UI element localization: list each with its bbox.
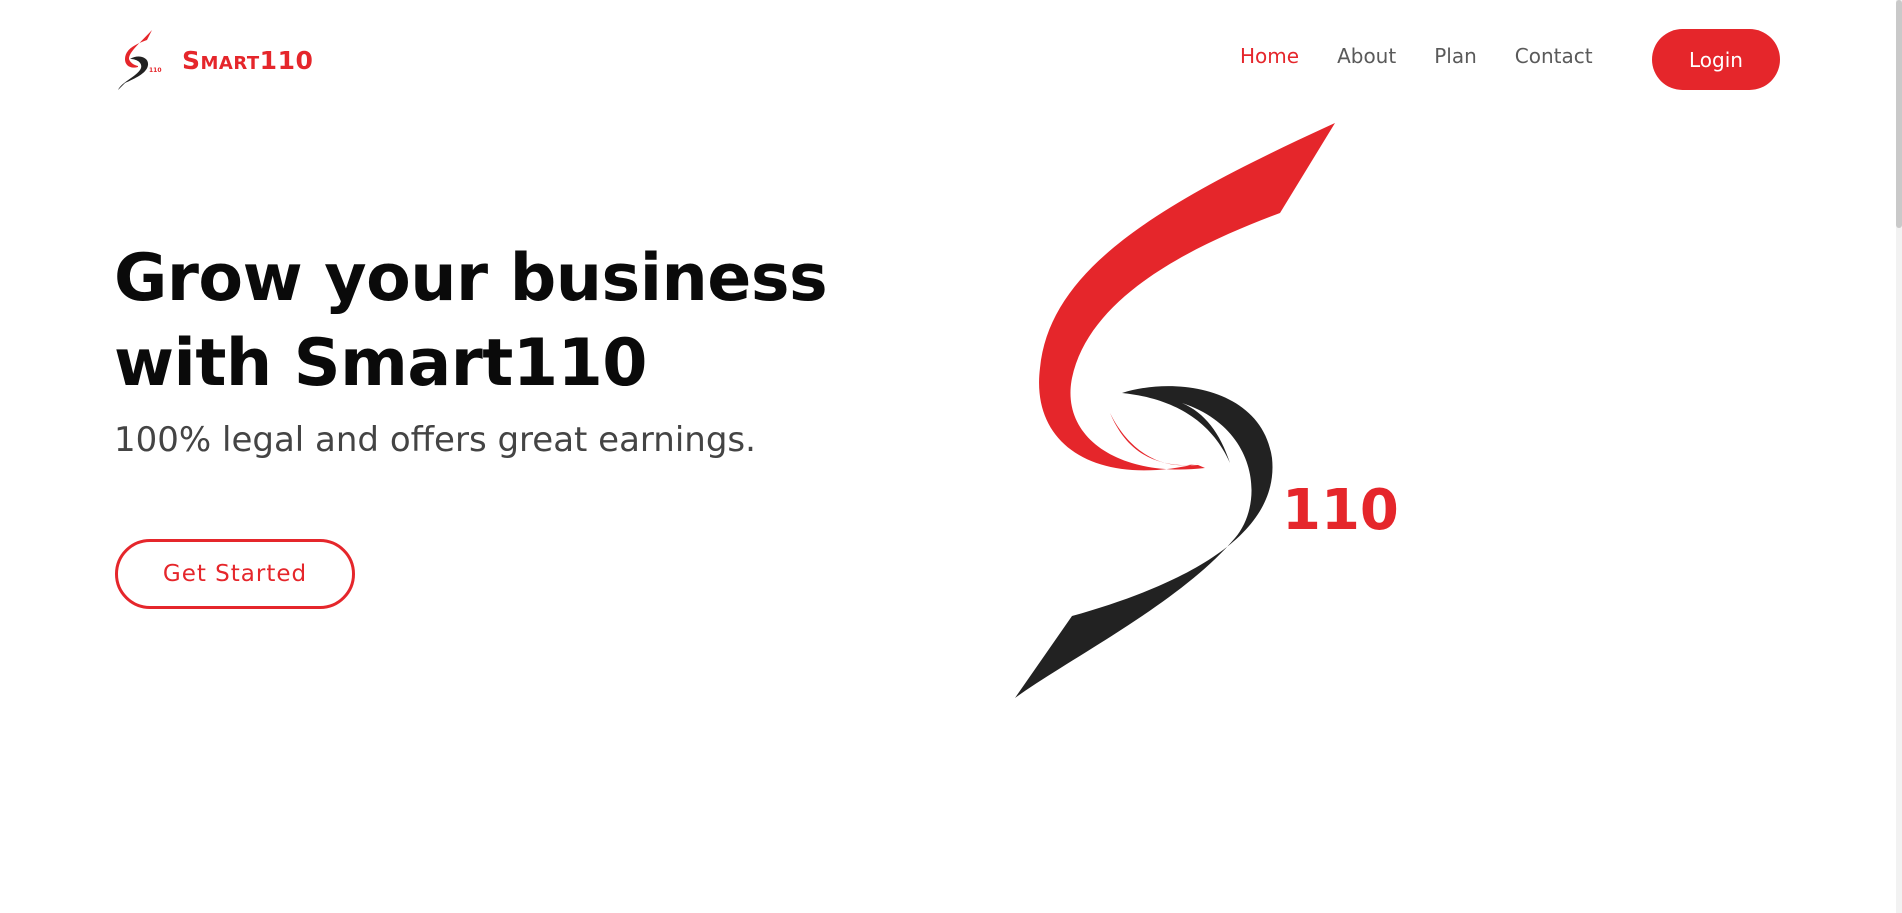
brand-name: Smart110 xyxy=(182,45,314,75)
nav-item-contact[interactable]: Contact xyxy=(1515,38,1593,74)
hero-title-line-1: Grow your business xyxy=(114,241,828,316)
hero-logo-image: 110 xyxy=(1015,123,1399,698)
smart110-logo-icon: 110 xyxy=(118,30,162,90)
hero-logo-number: 110 xyxy=(1282,478,1399,543)
hero-title: Grow your business with Smart110 xyxy=(114,236,874,406)
page-scrollbar[interactable] xyxy=(1896,0,1902,913)
brand-logo-link[interactable]: 110 Smart110 xyxy=(116,28,313,92)
nav-item-about[interactable]: About xyxy=(1337,38,1396,74)
brand-mark-number: 110 xyxy=(149,67,162,74)
site-header: 110 Smart110 Home About Plan Contact Log… xyxy=(0,0,1902,118)
hero-title-line-2: with Smart110 xyxy=(114,326,648,401)
nav-item-plan[interactable]: Plan xyxy=(1434,38,1477,74)
main-nav: Home About Plan Contact xyxy=(1240,38,1593,74)
login-button[interactable]: Login xyxy=(1652,29,1780,90)
scrollbar-thumb[interactable] xyxy=(1896,0,1902,228)
hero-subtitle: 100% legal and offers great earnings. xyxy=(114,420,756,460)
landing-page: 110 Smart110 Home About Plan Contact Log… xyxy=(0,0,1902,913)
logo-red-swoosh xyxy=(1039,123,1335,471)
get-started-button[interactable]: Get Started xyxy=(115,539,355,609)
logo-black-swoosh xyxy=(1015,386,1273,698)
nav-item-home[interactable]: Home xyxy=(1240,38,1299,74)
